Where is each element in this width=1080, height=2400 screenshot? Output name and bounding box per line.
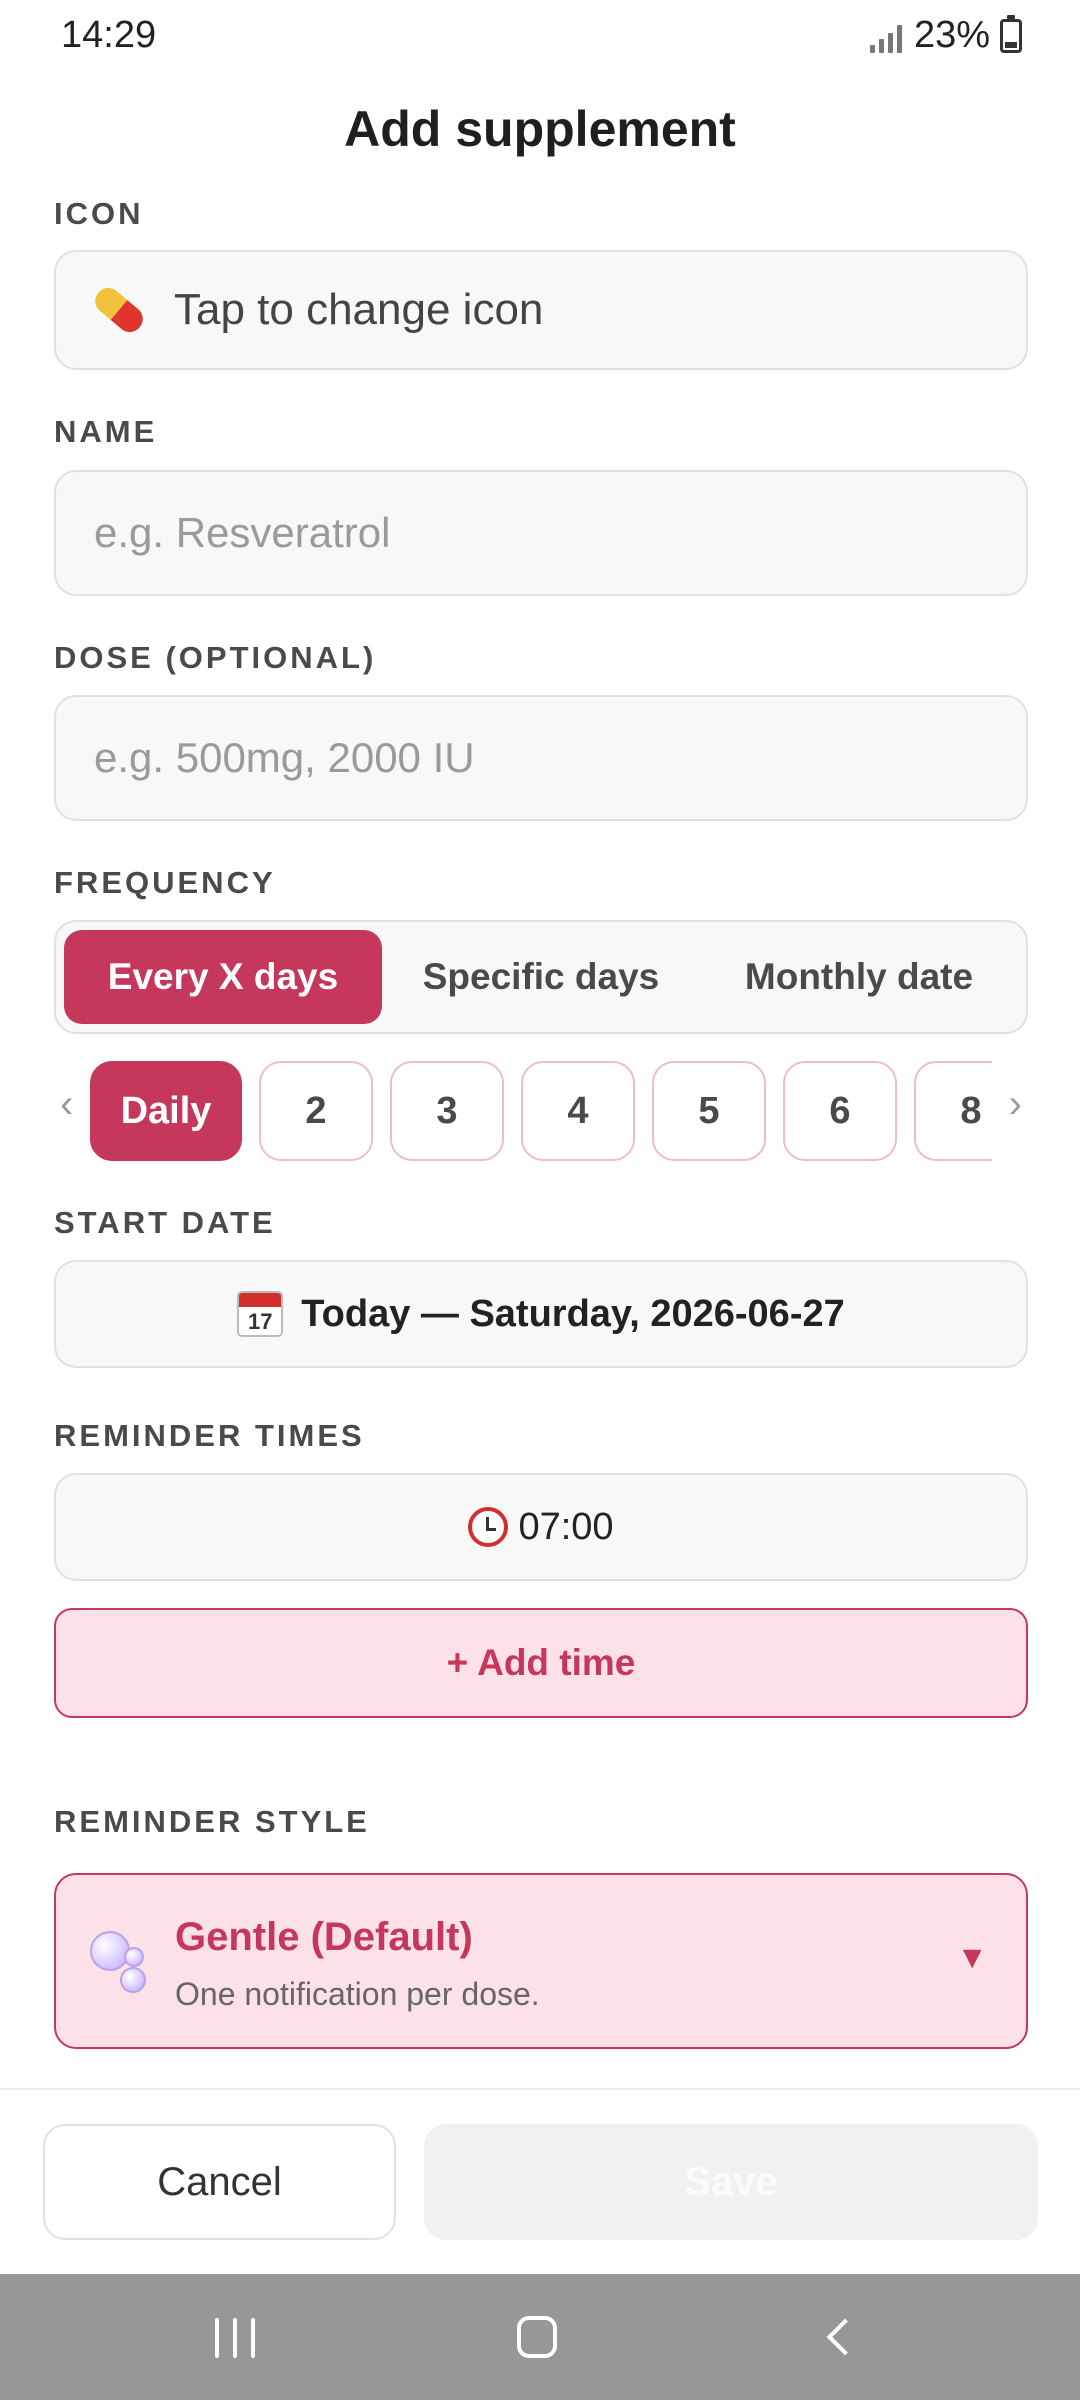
reminder-style-description: One notification per dose.: [175, 1976, 540, 2012]
interval-chip-3[interactable]: 3: [390, 1061, 504, 1161]
interval-chip-5[interactable]: 5: [652, 1061, 766, 1161]
start-date-label: START DATE: [54, 1205, 276, 1240]
interval-chip-6[interactable]: 6: [783, 1061, 897, 1161]
save-button[interactable]: Save: [424, 2124, 1038, 2240]
chevron-right-icon[interactable]: ›: [1009, 1082, 1022, 1127]
interval-chip-2[interactable]: 2: [259, 1061, 373, 1161]
status-right: 23%: [869, 14, 1022, 57]
calendar-icon: 17: [237, 1291, 284, 1337]
reminder-time-item[interactable]: 07:00: [54, 1473, 1028, 1581]
pill-icon: [89, 282, 149, 338]
name-input[interactable]: [56, 472, 1026, 594]
home-icon[interactable]: [517, 2316, 557, 2358]
change-icon-text: Tap to change icon: [174, 285, 544, 334]
dose-field-container: [54, 695, 1028, 821]
footer-divider: [0, 2088, 1080, 2090]
caret-down-icon: ▼: [956, 1939, 988, 1975]
change-icon-button[interactable]: Tap to change icon: [54, 250, 1028, 370]
dose-label: DOSE (OPTIONAL): [54, 640, 377, 675]
bubbles-icon: [90, 1931, 154, 1995]
cancel-button[interactable]: Cancel: [43, 2124, 396, 2240]
status-bar: 14:29 23%: [0, 0, 1080, 80]
add-supplement-screen: 14:29 23% Add supplement ICON Tap to cha…: [0, 0, 1080, 2400]
page-title: Add supplement: [344, 101, 736, 157]
start-date-button[interactable]: 17 Today — Saturday, 2026-06-27: [54, 1260, 1028, 1368]
back-icon[interactable]: [826, 2318, 864, 2356]
dose-input[interactable]: [56, 697, 1026, 819]
reminder-style-label: REMINDER STYLE: [54, 1804, 370, 1839]
add-time-button[interactable]: + Add time: [54, 1608, 1028, 1718]
interval-chips-scroller[interactable]: Daily 2 3 4 5 6 8: [90, 1058, 992, 1164]
reminder-style-dropdown[interactable]: Gentle (Default) One notification per do…: [54, 1873, 1028, 2049]
name-field-container: [54, 470, 1028, 596]
reminder-style-title: Gentle (Default): [175, 1915, 473, 1959]
frequency-every-x-days[interactable]: Every X days: [64, 930, 382, 1024]
name-label: NAME: [54, 414, 158, 449]
reminder-time-value: 07:00: [518, 1505, 614, 1548]
interval-chip-daily[interactable]: Daily: [90, 1061, 242, 1161]
interval-chip-8[interactable]: 8: [914, 1061, 992, 1161]
signal-icon: [869, 19, 904, 53]
system-nav-bar: [0, 2274, 1080, 2400]
chevron-left-icon[interactable]: ‹: [60, 1082, 73, 1127]
interval-chip-4[interactable]: 4: [521, 1061, 635, 1161]
battery-icon: [1000, 14, 1022, 53]
frequency-selector: Every X days Specific days Monthly date: [54, 920, 1028, 1034]
start-date-value: Today — Saturday, 2026-06-27: [301, 1292, 845, 1335]
frequency-label: FREQUENCY: [54, 865, 276, 900]
alarm-clock-icon: [468, 1507, 509, 1547]
frequency-specific-days[interactable]: Specific days: [382, 930, 700, 1024]
interval-chips: ‹ Daily 2 3 4 5 6 8 ›: [54, 1058, 1028, 1164]
battery-percent: 23%: [913, 14, 990, 56]
status-time: 14:29: [61, 14, 157, 56]
reminder-times-label: REMINDER TIMES: [54, 1418, 365, 1453]
frequency-monthly-date[interactable]: Monthly date: [700, 930, 1018, 1024]
icon-label: ICON: [54, 196, 144, 231]
recents-icon[interactable]: [215, 2318, 255, 2358]
